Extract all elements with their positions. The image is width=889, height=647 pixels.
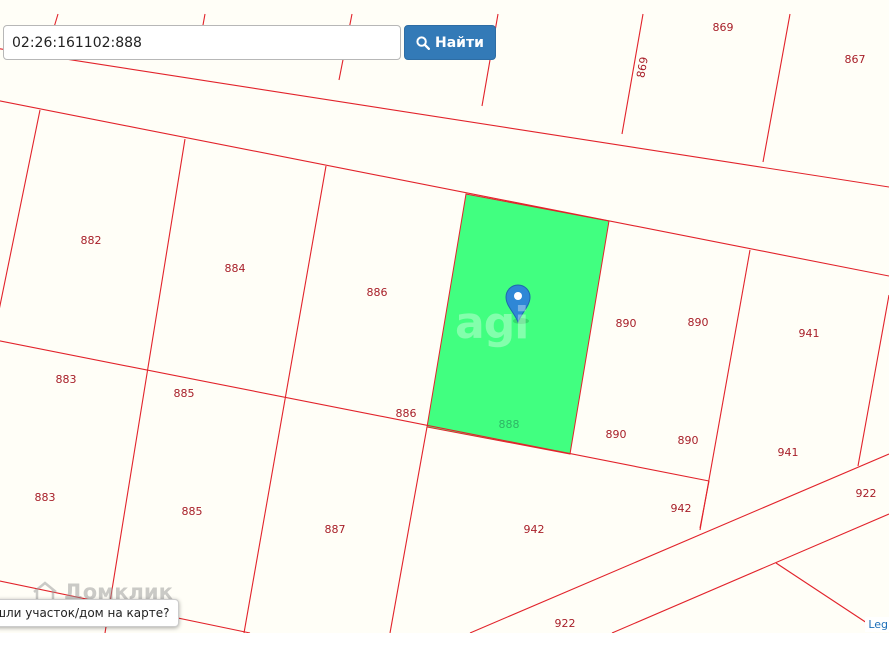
- parcel-label: 941: [778, 446, 799, 459]
- cadastral-number-input[interactable]: [3, 25, 401, 60]
- search-button[interactable]: Найти: [404, 25, 496, 60]
- legend-link[interactable]: Leg: [865, 617, 889, 632]
- parcel-label: 885: [182, 505, 203, 518]
- parcel-label: 886: [367, 286, 388, 299]
- parcel-label: 882: [81, 234, 102, 247]
- parcel-label: 890: [688, 316, 709, 329]
- parcel-label: 869: [713, 21, 734, 34]
- parcel-label: 922: [856, 487, 877, 500]
- map-canvas[interactable]: 869 869 867 882 884 886 890 890 941 883 …: [0, 0, 889, 647]
- search-icon: [416, 35, 430, 50]
- search-button-label: Найти: [435, 34, 484, 51]
- parcel-label: 942: [671, 502, 692, 515]
- parcel-label: 890: [616, 317, 637, 330]
- parcel-label: 922: [555, 617, 576, 630]
- parcel-label: 867: [845, 53, 866, 66]
- parcel-label: 886: [396, 407, 417, 420]
- parcel-label: 942: [524, 523, 545, 536]
- parcel-label-selected: 888: [499, 418, 520, 431]
- cadastral-search-bar: Найти: [3, 25, 496, 60]
- parcel-label: 941: [799, 327, 820, 340]
- found-on-map-prompt[interactable]: шли участок/дом на карте?: [0, 599, 179, 627]
- parcel-label: 890: [606, 428, 627, 441]
- parcel-label: 883: [35, 491, 56, 504]
- parcel-label: 883: [56, 373, 77, 386]
- parcel-label: 885: [174, 387, 195, 400]
- parcel-label: 884: [225, 262, 246, 275]
- parcel-label: 890: [678, 434, 699, 447]
- parcel-label: 887: [325, 523, 346, 536]
